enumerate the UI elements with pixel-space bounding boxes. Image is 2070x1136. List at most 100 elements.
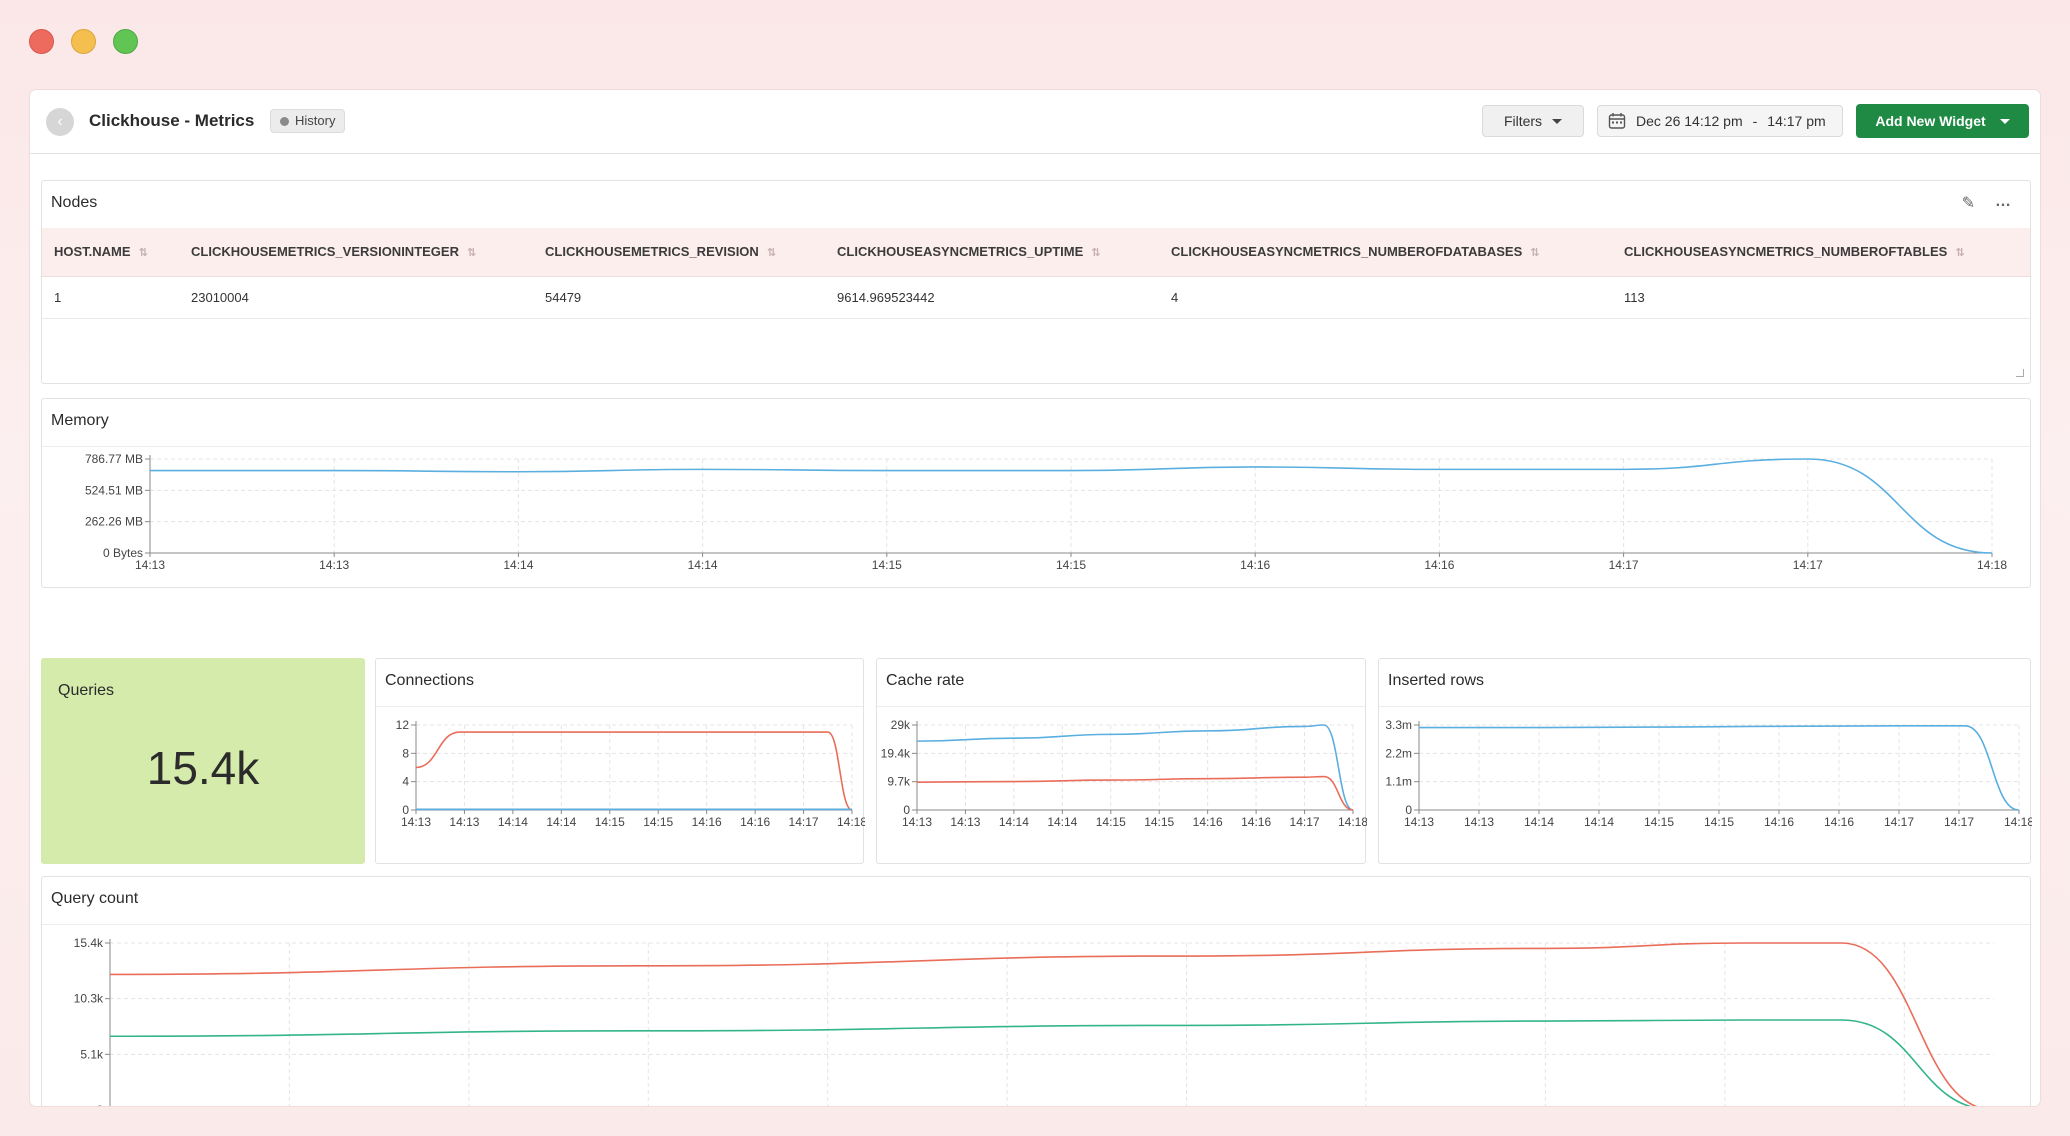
dashboard-title: Clickhouse - Metrics [89, 111, 255, 130]
x-tick-label: 14:17 [1884, 815, 1914, 829]
memory-chart: 0 Bytes262.26 MB524.51 MB786.77 MB14:13 1… [85, 452, 2007, 572]
grid-lines [917, 724, 1354, 810]
table-cell: 54479 [533, 276, 825, 319]
x-tick-label: 14:15 [1644, 815, 1674, 829]
maximize-window-button[interactable] [113, 29, 138, 54]
x-tick-label: 14:16 [1764, 815, 1794, 829]
x-tick-label: 14:18 [1977, 558, 2007, 572]
memory-panel: Memory 0 Bytes 262.26 MB 524.51 MB 786.77 M… [41, 398, 2031, 588]
filters-label: Filters [1503, 113, 1543, 129]
x-tick-label: 14:14 [503, 558, 533, 572]
column-header[interactable]: CLICKHOUSEASYNCMETRICS_NUMBEROFDATABASES… [1159, 228, 1612, 277]
y-tick-label: 8 [402, 746, 409, 760]
sort-icon: ⇅ [1955, 247, 1965, 260]
y-tick-label: 5.1k [80, 1047, 104, 1061]
x-tick-label: 14:13 [319, 558, 349, 572]
minimize-window-button[interactable] [71, 29, 96, 54]
y-tick-label: 786.77 MB [85, 452, 143, 466]
date-range-picker[interactable]: Dec 26 14:12 pm - 14:17 pm [1597, 105, 1843, 137]
y-tick-label: 12 [396, 718, 410, 732]
column-header[interactable]: CLICKHOUSEMETRICS_VERSIONINTEGER ⇅ [179, 228, 533, 277]
table-row[interactable]: 1 23010004 54479 9614.969523442 4 113 [42, 276, 2030, 319]
x-tick-label: 14:13 [1464, 815, 1494, 829]
series-line-0 [109, 942, 1978, 1106]
x-tick-label: 14:14 [688, 558, 718, 572]
x-tick-label: 14:13 [1404, 815, 1434, 829]
sort-icon: ⇅ [1091, 247, 1101, 260]
x-tick-label: 14:16 [1240, 558, 1270, 572]
x-tick-label: 14:13 [449, 815, 479, 829]
table-cell: 9614.969523442 [825, 276, 1159, 319]
x-tick-label: 14:17 [1609, 558, 1639, 572]
connections-chart: 0481214:13 14:13 14:14 14:14 14:15 14:15 14:16… [396, 718, 865, 829]
x-tick-label: 14:14 [498, 815, 528, 829]
sort-icon: ⇅ [1530, 247, 1540, 260]
more-options-icon[interactable]: … [1995, 193, 2012, 213]
x-tick-label: 14:15 [643, 815, 673, 829]
cache-rate-panel: Cache rate 0 9.7k 19.4k 29k 14:13 14:13 14:14 1… [876, 658, 1367, 864]
y-tick-label: 262.26 MB [85, 515, 143, 529]
y-tick-label: 19.4k [881, 746, 911, 760]
x-tick-label: 14:18 [1338, 815, 1367, 829]
x-tick-label: 14:14 [1584, 815, 1614, 829]
x-tick-label: 14:13 [902, 815, 932, 829]
x-tick-label: 14:16 [1193, 815, 1223, 829]
y-tick-label: 3.3m [1385, 718, 1412, 732]
x-tick-label: 14:13 [950, 815, 980, 829]
series-line-0 [916, 724, 1354, 811]
table-cell: 4 [1159, 276, 1612, 319]
y-tick-label: 9.7k [887, 775, 911, 789]
queries-stat-panel: Queries 15.4k [41, 658, 365, 864]
query-count-chart: 0 5.1k 10.3k 15.4k [74, 936, 1994, 1106]
date-end: 14:17 pm [1767, 113, 1826, 129]
edit-pencil-icon[interactable]: ✎ [1962, 193, 1975, 213]
table-cell: 23010004 [179, 276, 533, 319]
date-start: Dec 26 14:12 pm [1636, 113, 1743, 129]
series-line-1 [109, 1019, 1972, 1106]
close-window-button[interactable] [29, 29, 54, 54]
y-tick-label: 29k [891, 718, 911, 732]
y-tick-label: 4 [402, 775, 409, 789]
grid-lines [150, 458, 1993, 553]
column-header[interactable]: CLICKHOUSEMETRICS_REVISION ⇅ [533, 228, 825, 277]
x-tick-label: 14:16 [692, 815, 722, 829]
x-tick-label: 14:16 [1824, 815, 1854, 829]
inserted-rows-chart: 01.1m2.2m3.3m14:13 14:13 14:14 14:14 14:15 14… [1385, 718, 2032, 829]
x-tick-label: 14:16 [1424, 558, 1454, 572]
connections-panel: Connections 0 4 8 12 14:13 14:13 14:14 14:14 14:… [375, 658, 865, 864]
y-tick-label: 15.4k [74, 936, 104, 950]
column-header[interactable]: CLICKHOUSEASYNCMETRICS_UPTIME ⇅ [825, 228, 1159, 277]
x-tick-label: 14:18 [2004, 815, 2032, 829]
grid-lines [416, 724, 853, 810]
y-tick-label: 0 [96, 1103, 103, 1106]
chevron-down-icon [1999, 118, 2010, 124]
y-tick-label: 2.2m [1385, 746, 1412, 760]
x-tick-label: 14:15 [1704, 815, 1734, 829]
x-tick-label: 14:14 [546, 815, 576, 829]
resize-handle[interactable] [2016, 369, 2024, 377]
x-tick-label: 14:17 [1944, 815, 1974, 829]
x-tick-label: 14:17 [1290, 815, 1320, 829]
x-tick-label: 14:15 [1096, 815, 1126, 829]
chevron-down-icon [1552, 118, 1563, 124]
y-tick-label: 10.3k [74, 992, 104, 1006]
history-badge[interactable]: History [270, 109, 346, 133]
x-tick-label: 14:16 [740, 815, 770, 829]
x-tick-label: 14:15 [1144, 815, 1174, 829]
status-dot-icon [280, 116, 289, 126]
date-separator: - [1752, 113, 1758, 129]
add-widget-label: Add New Widget [1875, 113, 1986, 129]
queries-title: Queries [58, 682, 115, 699]
add-new-widget-button[interactable]: Add New Widget [1856, 104, 2029, 138]
y-tick-label: 524.51 MB [85, 483, 143, 497]
table-header-row: HOST.NAME ⇅ CLICKHOUSEMETRICS_VERSIONINTE… [42, 228, 2030, 277]
back-button[interactable]: ‹ [46, 108, 74, 136]
column-header[interactable]: HOST.NAME ⇅ [42, 228, 179, 277]
x-tick-label: 14:14 [1047, 815, 1077, 829]
dashboard-header: ‹ Clickhouse - Metrics History Filters D… [30, 90, 2040, 154]
column-header[interactable]: CLICKHOUSEASYNCMETRICS_NUMBEROFTABLES ⇅ [1612, 228, 2030, 277]
filters-button[interactable]: Filters [1482, 105, 1584, 137]
grid-lines [1419, 724, 2020, 810]
x-tick-label: 14:15 [872, 558, 902, 572]
grid-lines [110, 942, 1994, 1106]
